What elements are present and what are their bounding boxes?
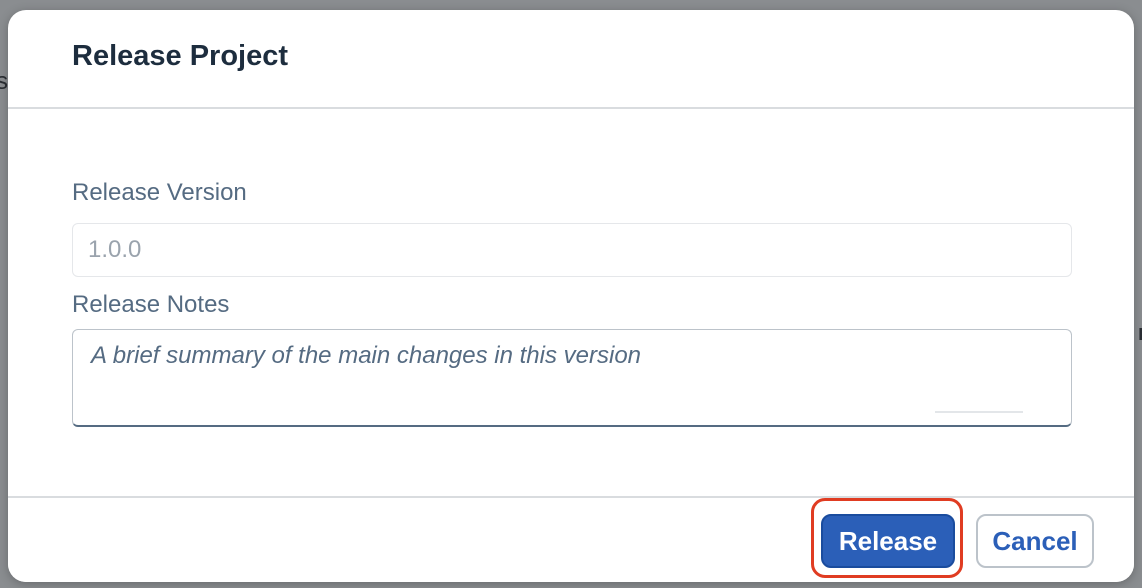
release-button[interactable]: Release: [821, 514, 955, 568]
textarea-resize-indicator: [935, 411, 1023, 413]
release-version-input[interactable]: [72, 223, 1072, 277]
dialog-footer: Release Cancel: [8, 496, 1134, 582]
cancel-button[interactable]: Cancel: [976, 514, 1094, 568]
dialog-header: Release Project: [8, 10, 1134, 109]
release-notes-textarea[interactable]: [72, 329, 1072, 427]
release-project-dialog: Release Project Release Version Release …: [8, 10, 1134, 582]
background-glyph-right: ı: [1137, 320, 1142, 345]
dialog-body: Release Version Release Notes: [8, 111, 1134, 497]
dialog-title: Release Project: [72, 40, 289, 72]
release-notes-label: Release Notes: [72, 291, 230, 318]
background-glyph: s: [0, 68, 8, 95]
release-version-label: Release Version: [72, 179, 247, 206]
